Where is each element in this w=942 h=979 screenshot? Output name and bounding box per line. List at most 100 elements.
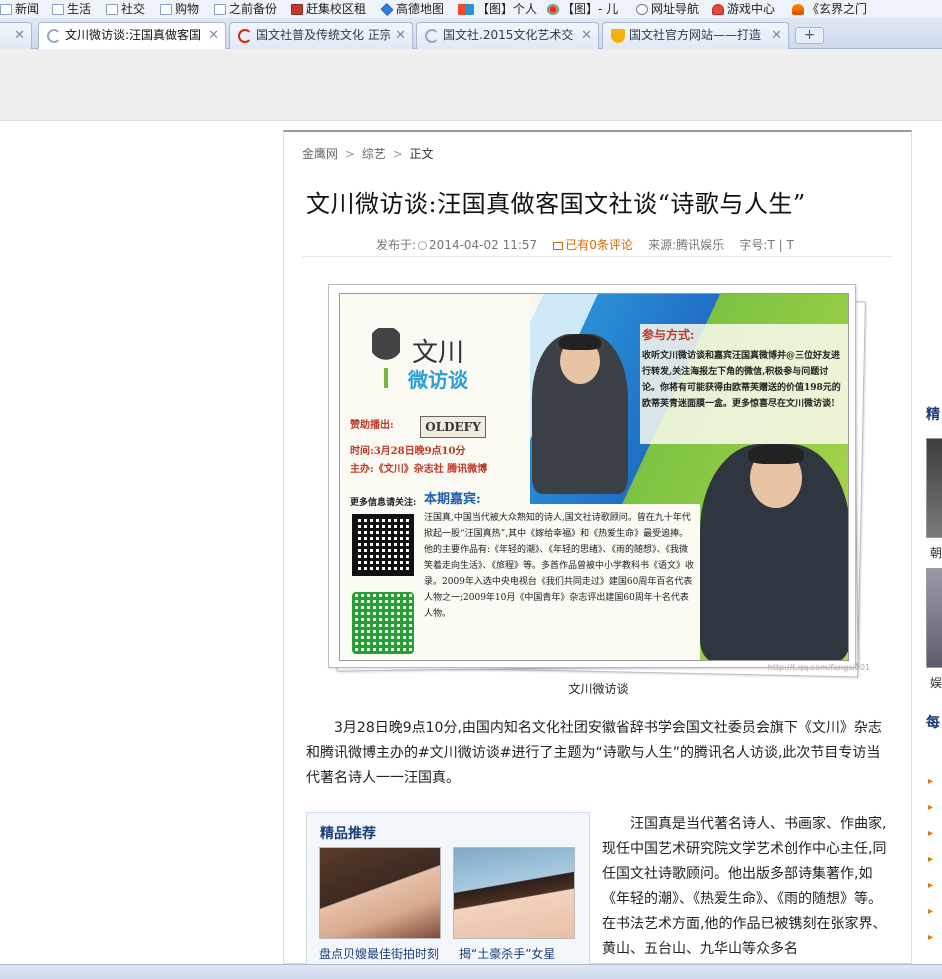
breadcrumb-section[interactable]: 综艺 bbox=[362, 147, 386, 161]
tab-previous[interactable]: ✕ bbox=[0, 22, 32, 49]
folder-icon bbox=[0, 3, 12, 15]
poster-time: 时间:3月28日晚9点10分 bbox=[350, 446, 466, 457]
recommend-thumbnail[interactable] bbox=[453, 847, 575, 939]
status-bar bbox=[0, 964, 942, 979]
loading-icon bbox=[47, 29, 61, 43]
heart-icon bbox=[712, 3, 724, 15]
poster-face: 文川 微访谈 赞助播出: OLDEFY 时间:3月28日晚9点10分 主办:《文… bbox=[339, 293, 849, 661]
poster-sheet: 文川 微访谈 赞助播出: OLDEFY 时间:3月28日晚9点10分 主办:《文… bbox=[328, 284, 856, 668]
58-icon bbox=[458, 3, 474, 15]
comment-count-link[interactable]: 已有0条评论 bbox=[565, 238, 633, 252]
article-poster-image: 文川 微访谈 赞助播出: OLDEFY 时间:3月28日晚9点10分 主办:《文… bbox=[322, 282, 872, 678]
map-icon bbox=[380, 2, 394, 16]
source-name: 腾讯娱乐 bbox=[676, 238, 725, 252]
site-favicon-icon bbox=[238, 29, 252, 43]
new-tab-button[interactable]: + bbox=[795, 27, 824, 44]
folder-icon bbox=[214, 3, 226, 15]
qr-code-icon bbox=[352, 514, 414, 576]
tab-3[interactable]: 国文社.2015文化艺术交 ✕ bbox=[416, 22, 599, 49]
list-bullet-icon: ▸ bbox=[928, 932, 934, 943]
article-card: 金鹰网 > 综艺 > 正文 文川微访谈:汪国真做客国文社谈“诗歌与人生” 发布于… bbox=[283, 130, 912, 972]
list-bullet-icon: ▸ bbox=[928, 828, 934, 839]
recommend-link[interactable]: 揭“土豪杀手”女星 bbox=[459, 945, 584, 962]
poster-sponsor-label: 赞助播出: bbox=[350, 420, 394, 431]
poster-logo-bottom: 微访谈 bbox=[408, 368, 468, 392]
loading-icon bbox=[425, 29, 439, 43]
bookmark-kids[interactable]: 【图】- 儿 bbox=[547, 0, 618, 18]
pinwheel-icon bbox=[547, 3, 559, 15]
poster-more-info: 更多信息请关注: bbox=[350, 498, 417, 508]
guest-photo-1 bbox=[532, 334, 628, 494]
wechat-qr-icon bbox=[352, 592, 414, 654]
folder-icon bbox=[106, 3, 118, 15]
bookmark-ganji[interactable]: 赶集校区租 bbox=[291, 0, 366, 18]
bookmark-life[interactable]: 生活 bbox=[52, 0, 91, 18]
list-bullet-icon: ▸ bbox=[928, 776, 934, 787]
breadcrumb-separator: > bbox=[344, 147, 355, 161]
sidebar-heading: 每 bbox=[926, 715, 940, 731]
bookmarks-bar: 新闻 生活 社交 购物 之前备份 赶集校区租 高德地图 【图】个人 【图】- 儿… bbox=[0, 0, 942, 18]
list-bullet-icon: ▸ bbox=[928, 880, 934, 891]
source-label: 来源: bbox=[648, 238, 677, 252]
breadcrumb: 金鹰网 > 综艺 > 正文 bbox=[302, 145, 433, 162]
fontsize-toggle[interactable]: T | T bbox=[767, 238, 793, 252]
sidebar-thumbnail[interactable] bbox=[926, 438, 942, 538]
recommend-title: 精品推荐 bbox=[320, 826, 376, 842]
bookmark-nav[interactable]: 网址导航 bbox=[636, 0, 699, 18]
published-label: 发布于: bbox=[376, 238, 417, 252]
folder-icon bbox=[160, 3, 172, 15]
tab-bar: ✕ 文川微访谈:汪国真做客国 ✕ 国文社普及传统文化 正宗 ✕ 国文社.2015… bbox=[0, 18, 942, 50]
bookmark-games[interactable]: 游戏中心 bbox=[712, 0, 775, 18]
sidebar-heading: 精 bbox=[926, 407, 940, 423]
close-icon[interactable]: ✕ bbox=[581, 23, 592, 48]
divider bbox=[302, 256, 892, 257]
article-title: 文川微访谈:汪国真做客国文社谈“诗歌与人生” bbox=[306, 190, 806, 218]
close-icon[interactable]: ✕ bbox=[395, 23, 406, 48]
breadcrumb-current: 正文 bbox=[409, 147, 434, 161]
close-icon[interactable]: ✕ bbox=[771, 23, 782, 48]
close-icon[interactable]: ✕ bbox=[208, 23, 219, 48]
clock-icon bbox=[418, 241, 428, 250]
list-bullet-icon: ▸ bbox=[928, 802, 934, 813]
article-paragraph: 汪国真是当代著名诗人、书画家、作曲家,现任中国艺术研究院文学艺术创作中心主任,同… bbox=[602, 816, 887, 957]
image-watermark: http://t.qq.com/fangsi001 bbox=[767, 663, 870, 672]
page-header-band bbox=[0, 49, 942, 121]
guest-photo-2 bbox=[700, 444, 848, 660]
sidebar-caption[interactable]: 朝 bbox=[930, 544, 942, 561]
poster-participate-title: 参与方式: bbox=[642, 328, 695, 342]
globe-icon bbox=[636, 3, 648, 15]
flame-icon bbox=[792, 3, 804, 15]
close-icon[interactable]: ✕ bbox=[14, 23, 25, 48]
microphone-icon bbox=[372, 328, 400, 388]
article-meta: 发布于: 2014-04-02 11:57 已有0条评论 来源:腾讯娱乐 字号:T … bbox=[376, 236, 794, 253]
poster-host: 主办:《文川》杂志社 腾讯微博 bbox=[350, 464, 488, 475]
tab-4[interactable]: 国文社官方网站——打造 ✕ bbox=[602, 22, 789, 49]
poster-guest-text: 汪国真,中国当代被大众熟知的诗人,国文社诗歌顾问。曾在九十年代掀起一股“汪国真热… bbox=[424, 513, 695, 619]
sidebar-caption[interactable]: 娱 bbox=[930, 674, 942, 691]
trophy-icon bbox=[611, 29, 625, 43]
publish-date: 2014-04-02 11:57 bbox=[429, 238, 538, 252]
poster-participate-text: 收听文川微访谈和嘉宾汪国真微博并@三位好友进行转发,关注海报左下角的微信,积极参… bbox=[642, 351, 841, 409]
bookmark-backup[interactable]: 之前备份 bbox=[214, 0, 277, 18]
bookmark-novel[interactable]: 《玄界之门 bbox=[792, 0, 867, 18]
tab-2[interactable]: 国文社普及传统文化 正宗 ✕ bbox=[229, 22, 413, 49]
sidebar-thumbnail[interactable] bbox=[926, 568, 942, 668]
image-caption: 文川微访谈 bbox=[568, 682, 629, 696]
recommend-link[interactable]: 盘点贝嫂最佳街拍时刻 bbox=[319, 945, 444, 962]
bookmark-news[interactable]: 新闻 bbox=[0, 0, 39, 18]
recommend-thumbnail[interactable] bbox=[319, 847, 441, 939]
breadcrumb-separator: > bbox=[392, 147, 403, 161]
breadcrumb-home[interactable]: 金鹰网 bbox=[302, 147, 338, 161]
poster-sponsor-brand: OLDEFY bbox=[420, 416, 486, 438]
bookmark-social[interactable]: 社交 bbox=[106, 0, 145, 18]
recommend-box: 精品推荐 盘点贝嫂最佳街拍时刻 揭“土豪杀手”女星 bbox=[306, 812, 590, 972]
tab-active[interactable]: 文川微访谈:汪国真做客国 ✕ bbox=[38, 22, 226, 50]
poster-guest-title: 本期嘉宾: bbox=[424, 492, 481, 507]
bookmark-58[interactable]: 【图】个人 bbox=[458, 0, 537, 18]
comment-icon bbox=[553, 242, 564, 250]
ganji-icon bbox=[291, 3, 303, 15]
bookmark-amap[interactable]: 高德地图 bbox=[380, 0, 444, 18]
right-sidebar: 精 朝 娱 每 ▸ ▸ ▸ ▸ ▸ ▸ ▸ bbox=[922, 400, 942, 960]
bookmark-shopping[interactable]: 购物 bbox=[160, 0, 199, 18]
article-paragraph: 3月28日晚9点10分,由国内知名文化社团安徽省辞书学会国文社委员会旗下《文川》… bbox=[306, 720, 882, 786]
